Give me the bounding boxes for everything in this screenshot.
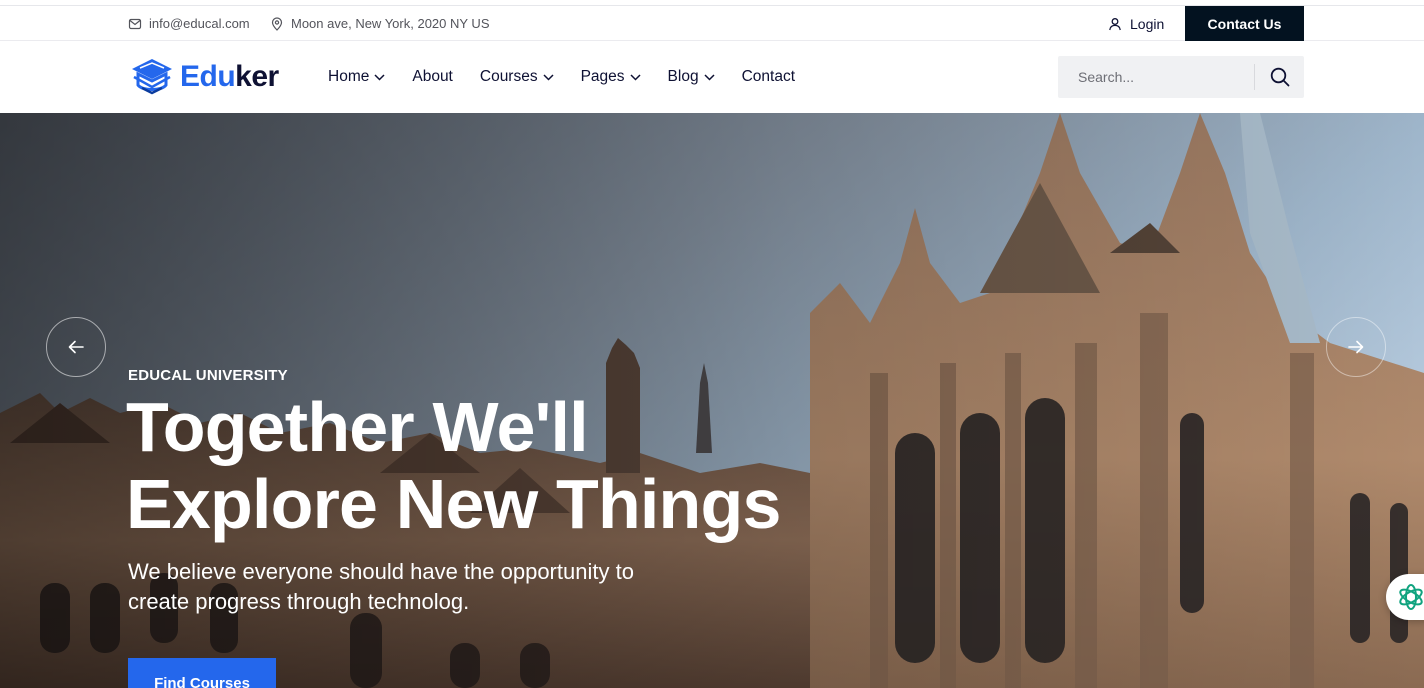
hero-title-line-2: Explore New Things xyxy=(126,465,781,543)
nav-item-home[interactable]: Home xyxy=(328,68,385,86)
chevron-down-icon xyxy=(704,73,715,81)
nav-label: Courses xyxy=(479,68,538,85)
hero-title: Together We'll Explore New Things xyxy=(126,389,846,543)
main-nav: Home About Courses Pages Blog Contact xyxy=(328,41,822,113)
nav-item-contact[interactable]: Contact xyxy=(742,68,795,86)
nav-item-pages[interactable]: Pages xyxy=(581,68,641,86)
chevron-down-icon xyxy=(374,73,385,81)
search-icon xyxy=(1270,67,1289,87)
hero-description: We believe everyone should have the oppo… xyxy=(128,559,634,614)
user-icon xyxy=(1109,17,1121,30)
nav-label: Contact xyxy=(741,68,795,85)
search-input[interactable] xyxy=(1058,56,1254,98)
address-text: Moon ave, New York, 2020 NY US xyxy=(270,6,490,41)
email-text: info@educal.com xyxy=(149,16,250,31)
search-button[interactable] xyxy=(1255,56,1304,98)
mail-icon xyxy=(128,18,142,29)
slider-next-button[interactable] xyxy=(1326,317,1386,377)
logo-text-edu: Edu xyxy=(180,60,236,93)
hero-title-line-1: Together We'll xyxy=(126,388,589,466)
hero-slider: EDUCAL UNIVERSITY Together We'll Explore… xyxy=(0,113,1424,688)
nav-label: About xyxy=(412,68,453,85)
location-pin-icon xyxy=(271,16,283,31)
nav-label: Pages xyxy=(580,68,625,85)
email-link[interactable]: info@educal.com xyxy=(128,6,250,41)
chevron-down-icon xyxy=(543,73,554,81)
nav-item-courses[interactable]: Courses xyxy=(480,68,554,86)
nav-label: Home xyxy=(328,68,370,85)
slider-prev-button[interactable] xyxy=(46,317,106,377)
hero-subtitle: EDUCAL UNIVERSITY xyxy=(128,367,288,384)
login-link[interactable]: Login xyxy=(1108,6,1164,41)
nav-item-blog[interactable]: Blog xyxy=(668,68,715,86)
chat-assistant-widget[interactable] xyxy=(1386,574,1424,620)
contact-us-button[interactable]: Contact Us xyxy=(1185,6,1304,41)
logo-wordmark: Eduker xyxy=(180,60,279,94)
logo-text-ker: ker xyxy=(235,60,279,93)
logo[interactable]: Eduker xyxy=(128,55,279,99)
nav-label: Blog xyxy=(667,68,699,85)
chat-assistant-icon xyxy=(1399,584,1423,610)
chevron-down-icon xyxy=(630,73,641,81)
graduation-cap-logo-icon xyxy=(132,59,172,95)
nav-item-about[interactable]: About xyxy=(412,68,453,86)
main-header: Eduker Home About Courses Pages Blog Con… xyxy=(0,41,1424,113)
arrow-left-icon xyxy=(68,340,84,354)
top-info-bar: info@educal.com Moon ave, New York, 2020… xyxy=(0,6,1424,41)
find-courses-button[interactable]: Find Courses xyxy=(128,658,276,688)
address-label: Moon ave, New York, 2020 NY US xyxy=(291,16,490,31)
search-box xyxy=(1058,56,1304,98)
login-label: Login xyxy=(1130,15,1165,32)
arrow-right-icon xyxy=(1348,340,1364,354)
